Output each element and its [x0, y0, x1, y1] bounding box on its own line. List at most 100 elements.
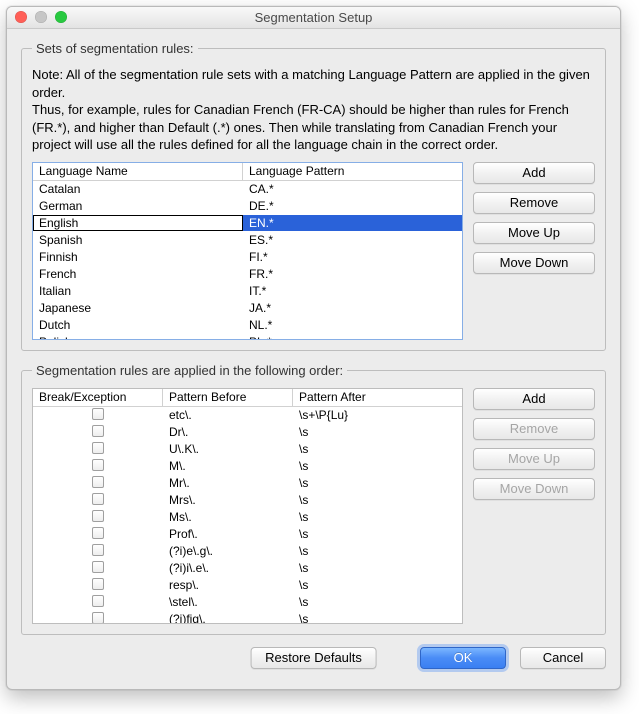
table-row[interactable]: ItalianIT.* [33, 283, 462, 300]
rules-move-down-button[interactable]: Move Down [473, 478, 595, 500]
minimize-icon[interactable] [35, 11, 47, 23]
cell-pattern-before[interactable]: Mr\. [163, 475, 293, 491]
cell-break-exception[interactable] [33, 509, 163, 526]
cell-language-name[interactable]: Catalan [33, 181, 243, 197]
cell-language-name[interactable]: Italian [33, 283, 243, 299]
checkbox-icon[interactable] [92, 425, 104, 437]
ok-button[interactable]: OK [420, 647, 506, 669]
titlebar[interactable]: Segmentation Setup [7, 7, 620, 29]
cell-pattern-after[interactable]: \s [293, 424, 462, 440]
cell-language-name[interactable]: German [33, 198, 243, 214]
table-row[interactable]: Mr\.\s [33, 475, 462, 492]
cell-language-name[interactable]: Finnish [33, 249, 243, 265]
cell-break-exception[interactable] [33, 492, 163, 509]
table-row[interactable]: etc\.\s+\P{Lu} [33, 407, 462, 424]
cell-pattern-after[interactable]: \s [293, 577, 462, 593]
checkbox-icon[interactable] [92, 408, 104, 420]
table-row[interactable]: (?i)e\.g\.\s [33, 543, 462, 560]
cell-pattern-after[interactable]: \s [293, 509, 462, 525]
table-row[interactable]: (?i)i\.e\.\s [33, 560, 462, 577]
cell-break-exception[interactable] [33, 475, 163, 492]
table-row[interactable]: Prof\.\s [33, 526, 462, 543]
remove-button[interactable]: Remove [473, 192, 595, 214]
table-row[interactable]: \stel\.\s [33, 594, 462, 611]
cell-pattern-before[interactable]: M\. [163, 458, 293, 474]
cell-break-exception[interactable] [33, 526, 163, 543]
rules-rows[interactable]: etc\.\s+\P{Lu}Dr\.\sU\.K\.\sM\.\sMr\.\sM… [33, 407, 462, 623]
cell-break-exception[interactable] [33, 577, 163, 594]
table-row[interactable]: Ms\.\s [33, 509, 462, 526]
cell-break-exception[interactable] [33, 594, 163, 611]
cell-pattern-after[interactable]: \s [293, 458, 462, 474]
table-row[interactable]: GermanDE.* [33, 198, 462, 215]
cell-break-exception[interactable] [33, 424, 163, 441]
cell-break-exception[interactable] [33, 441, 163, 458]
cell-pattern-before[interactable]: \stel\. [163, 594, 293, 610]
cell-pattern-after[interactable]: \s [293, 492, 462, 508]
cell-pattern-after[interactable]: \s [293, 560, 462, 576]
cell-pattern-before[interactable]: Mrs\. [163, 492, 293, 508]
cell-language-name[interactable]: Spanish [33, 232, 243, 248]
cell-language-pattern[interactable]: FR.* [243, 266, 462, 282]
cell-pattern-before[interactable]: resp\. [163, 577, 293, 593]
checkbox-icon[interactable] [92, 459, 104, 471]
cell-break-exception[interactable] [33, 458, 163, 475]
cell-language-name[interactable]: French [33, 266, 243, 282]
table-row[interactable]: M\.\s [33, 458, 462, 475]
table-row[interactable]: FinnishFI.* [33, 249, 462, 266]
checkbox-icon[interactable] [92, 442, 104, 454]
zoom-icon[interactable] [55, 11, 67, 23]
cell-pattern-after[interactable]: \s [293, 441, 462, 457]
checkbox-icon[interactable] [92, 612, 104, 623]
cell-pattern-before[interactable]: Dr\. [163, 424, 293, 440]
cell-language-pattern[interactable]: JA.* [243, 300, 462, 316]
table-row[interactable]: (?i)fig\.\s [33, 611, 462, 623]
checkbox-icon[interactable] [92, 510, 104, 522]
table-row[interactable]: CatalanCA.* [33, 181, 462, 198]
language-table-header[interactable]: Language Name Language Pattern [33, 163, 462, 181]
cell-pattern-after[interactable]: \s [293, 543, 462, 559]
cell-language-pattern[interactable]: PL.* [243, 334, 462, 339]
move-up-button[interactable]: Move Up [473, 222, 595, 244]
rules-table-header[interactable]: Break/Exception Pattern Before Pattern A… [33, 389, 462, 407]
cell-pattern-after[interactable]: \s [293, 526, 462, 542]
col-pattern-before[interactable]: Pattern Before [163, 389, 293, 406]
table-row[interactable]: Mrs\.\s [33, 492, 462, 509]
cell-pattern-after[interactable]: \s+\P{Lu} [293, 407, 462, 423]
checkbox-icon[interactable] [92, 595, 104, 607]
cell-language-pattern[interactable]: NL.* [243, 317, 462, 333]
cell-pattern-after[interactable]: \s [293, 594, 462, 610]
table-row[interactable]: Dr\.\s [33, 424, 462, 441]
table-row[interactable]: EnglishEN.* [33, 215, 462, 232]
table-row[interactable]: DutchNL.* [33, 317, 462, 334]
restore-defaults-button[interactable]: Restore Defaults [250, 647, 377, 669]
cell-language-name[interactable]: Dutch [33, 317, 243, 333]
cell-language-name[interactable]: English [33, 215, 243, 231]
cancel-button[interactable]: Cancel [520, 647, 606, 669]
cell-break-exception[interactable] [33, 543, 163, 560]
cell-pattern-before[interactable]: (?i)i\.e\. [163, 560, 293, 576]
cell-language-pattern[interactable]: DE.* [243, 198, 462, 214]
cell-break-exception[interactable] [33, 560, 163, 577]
rules-table[interactable]: Break/Exception Pattern Before Pattern A… [32, 388, 463, 624]
cell-pattern-before[interactable]: (?i)e\.g\. [163, 543, 293, 559]
table-row[interactable]: PolishPL.* [33, 334, 462, 339]
rules-add-button[interactable]: Add [473, 388, 595, 410]
cell-break-exception[interactable] [33, 611, 163, 623]
add-button[interactable]: Add [473, 162, 595, 184]
close-icon[interactable] [15, 11, 27, 23]
checkbox-icon[interactable] [92, 561, 104, 573]
cell-language-name[interactable]: Polish [33, 334, 243, 339]
cell-pattern-before[interactable]: (?i)fig\. [163, 611, 293, 623]
cell-language-name[interactable]: Japanese [33, 300, 243, 316]
rules-move-up-button[interactable]: Move Up [473, 448, 595, 470]
cell-pattern-before[interactable]: Ms\. [163, 509, 293, 525]
language-rows[interactable]: CatalanCA.*GermanDE.*EnglishEN.*SpanishE… [33, 181, 462, 339]
cell-pattern-before[interactable]: Prof\. [163, 526, 293, 542]
cell-language-pattern[interactable]: ES.* [243, 232, 462, 248]
checkbox-icon[interactable] [92, 578, 104, 590]
col-pattern-after[interactable]: Pattern After [293, 389, 462, 406]
cell-language-pattern[interactable]: CA.* [243, 181, 462, 197]
checkbox-icon[interactable] [92, 493, 104, 505]
language-table[interactable]: Language Name Language Pattern CatalanCA… [32, 162, 463, 340]
